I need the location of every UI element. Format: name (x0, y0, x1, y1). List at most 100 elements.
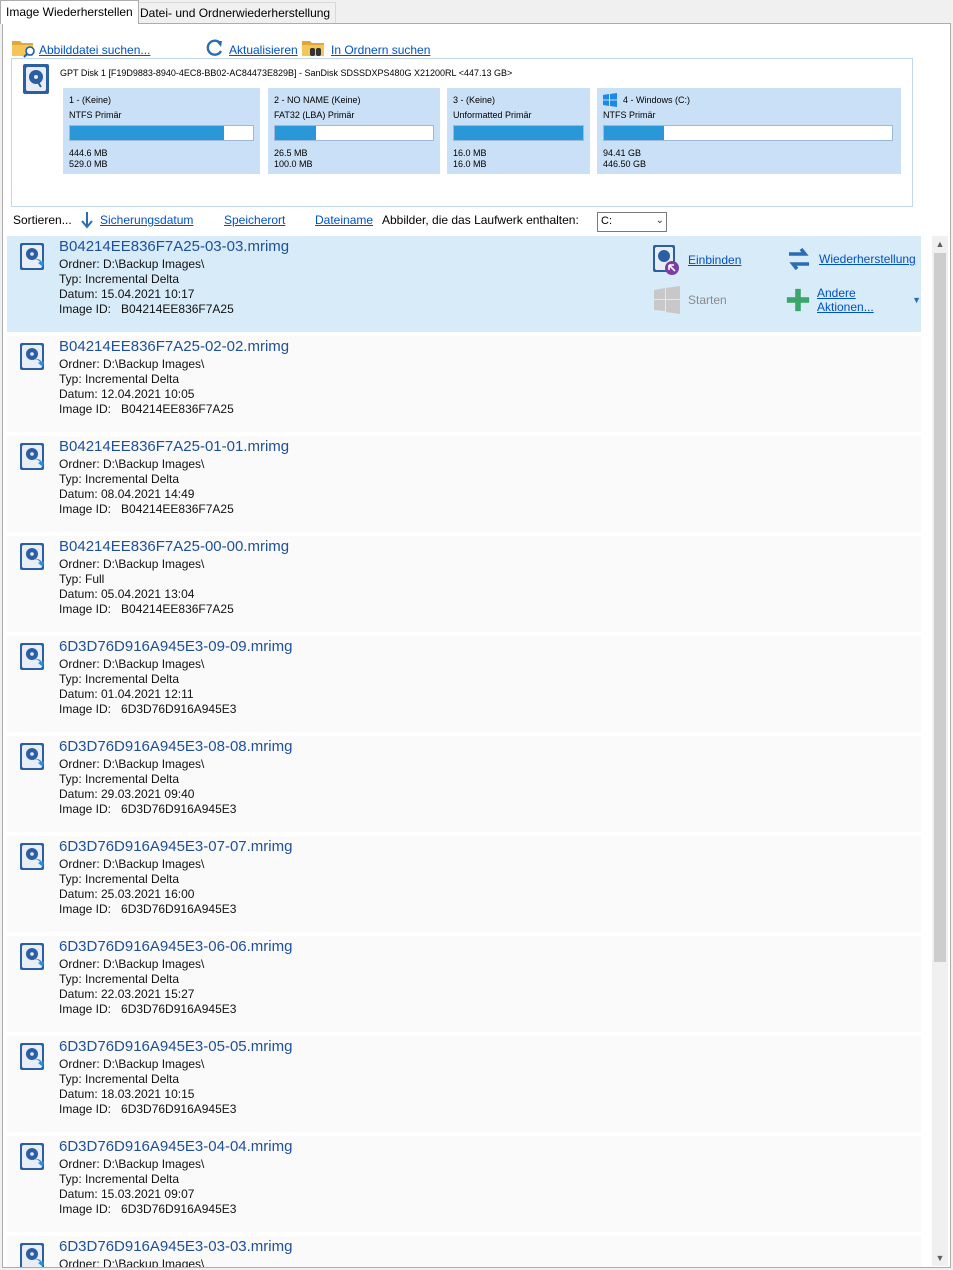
partition-usage-bar (453, 125, 584, 141)
windows-start-icon (654, 286, 680, 314)
scroll-up-icon[interactable]: ▲ (932, 236, 948, 252)
start-action-label: Starten (688, 293, 727, 307)
image-date: Datum: 25.03.2021 16:00 (59, 887, 195, 901)
image-folder: Ordner: D:\Backup Images\ (59, 257, 205, 271)
tab-image-restore[interactable]: Image Wiederherstellen (0, 0, 139, 24)
image-filename[interactable]: B04214EE836F7A25-02-02.mrimg (59, 338, 289, 355)
drive-filter-select[interactable]: C: ⌄ (597, 212, 667, 232)
image-filename[interactable]: 6D3D76D916A945E3-07-07.mrimg (59, 838, 292, 855)
disk-title: GPT Disk 1 [F19D9883-8940-4EC8-BB02-AC84… (60, 68, 513, 78)
image-id: Image ID: 6D3D76D916A945E3 (59, 902, 237, 916)
partition-usage-fill (604, 126, 665, 140)
image-list: B04214EE836F7A25-03-03.mrimg Ordner: D:\… (7, 236, 921, 1267)
arrow-down-icon (81, 212, 93, 229)
image-folder: Ordner: D:\Backup Images\ (59, 657, 205, 671)
image-list-item[interactable]: B04214EE836F7A25-02-02.mrimg Ordner: D:\… (7, 336, 921, 432)
partition-4[interactable]: 4 - Windows (C:) NTFS Primär 94.41 GB 44… (597, 88, 901, 174)
partition-usage-bar (69, 125, 254, 141)
image-list-item[interactable]: 6D3D76D916A945E3-04-04.mrimg Ordner: D:\… (7, 1136, 921, 1232)
sort-by-name-link[interactable]: Dateiname (315, 213, 373, 227)
image-list-item[interactable]: B04214EE836F7A25-01-01.mrimg Ordner: D:\… (7, 436, 921, 532)
restore-icon (789, 247, 809, 271)
partition-used: 444.6 MB (69, 148, 108, 158)
image-list-item[interactable]: 6D3D76D916A945E3-03-03.mrimg Ordner: D:\… (7, 1236, 921, 1267)
chevron-down-icon: ⌄ (655, 215, 664, 226)
backup-image-icon (20, 943, 44, 970)
image-filename[interactable]: 6D3D76D916A945E3-04-04.mrimg (59, 1138, 292, 1155)
image-type: Typ: Incremental Delta (59, 1172, 180, 1186)
other-actions-label[interactable]: Andere Aktionen... (817, 286, 908, 314)
browse-image-button[interactable]: Abbilddatei suchen... (11, 34, 150, 58)
partition-usage-fill (454, 126, 583, 140)
start-action: Starten (652, 286, 727, 314)
image-date: Datum: 15.03.2021 09:07 (59, 1187, 195, 1201)
mount-action-label[interactable]: Einbinden (688, 253, 741, 267)
partition-total: 529.0 MB (69, 159, 108, 169)
partition-usage-fill (275, 126, 317, 140)
backup-image-icon (20, 1043, 44, 1070)
tab-file-folder-restore[interactable]: Datei- und Ordnerwiederherstellung (134, 2, 337, 23)
partition-3[interactable]: 3 - (Keine) Unformatted Primär 16.0 MB 1… (447, 88, 590, 174)
partition-1[interactable]: 1 - (Keine) NTFS Primär 444.6 MB 529.0 M… (63, 88, 260, 174)
image-id: Image ID: B04214EE836F7A25 (59, 402, 234, 416)
image-id: Image ID: 6D3D76D916A945E3 (59, 1202, 237, 1216)
refresh-button[interactable]: Aktualisieren (205, 34, 298, 58)
image-list-item[interactable]: B04214EE836F7A25-00-00.mrimg Ordner: D:\… (7, 536, 921, 632)
refresh-label[interactable]: Aktualisieren (229, 42, 298, 58)
image-date: Datum: 08.04.2021 14:49 (59, 487, 195, 501)
backup-image-icon (20, 743, 44, 770)
mount-action[interactable]: Einbinden (652, 244, 741, 276)
image-type: Typ: Incremental Delta (59, 872, 180, 886)
image-list-item[interactable]: 6D3D76D916A945E3-09-09.mrimg Ordner: D:\… (7, 636, 921, 732)
partition-used: 94.41 GB (603, 148, 642, 158)
image-filename[interactable]: B04214EE836F7A25-01-01.mrimg (59, 438, 289, 455)
image-date: Datum: 29.03.2021 09:40 (59, 787, 195, 801)
partition-usage-bar (603, 125, 893, 141)
image-date: Datum: 05.04.2021 13:04 (59, 587, 195, 601)
image-folder: Ordner: D:\Backup Images\ (59, 757, 205, 771)
backup-image-icon (20, 1243, 44, 1267)
scrollbar-thumb[interactable] (934, 253, 946, 962)
dropdown-arrow-icon[interactable]: ▼ (912, 295, 921, 305)
image-filename[interactable]: 6D3D76D916A945E3-05-05.mrimg (59, 1038, 292, 1055)
image-id: Image ID: B04214EE836F7A25 (59, 602, 234, 616)
image-filename[interactable]: B04214EE836F7A25-03-03.mrimg (59, 238, 289, 255)
image-filename[interactable]: 6D3D76D916A945E3-06-06.mrimg (59, 938, 292, 955)
image-filename[interactable]: 6D3D76D916A945E3-09-09.mrimg (59, 638, 292, 655)
drive-filter-value: C: (601, 215, 612, 227)
backup-image-icon (20, 1143, 44, 1170)
partition-total: 16.0 MB (453, 159, 487, 169)
image-filename[interactable]: B04214EE836F7A25-00-00.mrimg (59, 538, 289, 555)
image-list-item[interactable]: 6D3D76D916A945E3-07-07.mrimg Ordner: D:\… (7, 836, 921, 932)
browse-image-label[interactable]: Abbilddatei suchen... (39, 42, 150, 58)
restore-action-label[interactable]: Wiederherstellung (819, 252, 916, 266)
image-filename[interactable]: 6D3D76D916A945E3-08-08.mrimg (59, 738, 292, 755)
image-folder: Ordner: D:\Backup Images\ (59, 557, 205, 571)
restore-action[interactable]: Wiederherstellung (785, 244, 916, 274)
sort-by-date-link[interactable]: Sicherungsdatum (100, 213, 193, 227)
image-folder: Ordner: D:\Backup Images\ (59, 1257, 205, 1267)
image-list-item[interactable]: 6D3D76D916A945E3-06-06.mrimg Ordner: D:\… (7, 936, 921, 1032)
image-list-item[interactable]: 6D3D76D916A945E3-05-05.mrimg Ordner: D:\… (7, 1036, 921, 1132)
search-folders-label[interactable]: In Ordnern suchen (331, 42, 430, 58)
image-filename[interactable]: 6D3D76D916A945E3-03-03.mrimg (59, 1238, 292, 1255)
image-folder: Ordner: D:\Backup Images\ (59, 957, 205, 971)
image-folder: Ordner: D:\Backup Images\ (59, 457, 205, 471)
partition-usage-fill (70, 126, 224, 140)
image-date: Datum: 12.04.2021 10:05 (59, 387, 195, 401)
search-folders-button[interactable]: In Ordnern suchen (301, 34, 430, 58)
image-list-item[interactable]: B04214EE836F7A25-03-03.mrimg Ordner: D:\… (7, 236, 921, 332)
mount-image-icon (653, 245, 679, 275)
image-list-item[interactable]: 6D3D76D916A945E3-08-08.mrimg Ordner: D:\… (7, 736, 921, 832)
partition-total: 446.50 GB (603, 159, 647, 169)
backup-image-icon (20, 243, 44, 270)
windows-logo-icon (603, 93, 617, 107)
sort-by-location-link[interactable]: Speicherort (224, 213, 285, 227)
partition-2[interactable]: 2 - NO NAME (Keine) FAT32 (LBA) Primär 2… (268, 88, 440, 174)
vertical-scrollbar[interactable]: ▲ ▼ (932, 236, 948, 1266)
image-folder: Ordner: D:\Backup Images\ (59, 357, 205, 371)
other-actions[interactable]: Andere Aktionen... ▼ (785, 286, 921, 314)
scroll-down-icon[interactable]: ▼ (932, 1250, 948, 1266)
image-type: Typ: Incremental Delta (59, 772, 180, 786)
partition-usage-bar (274, 125, 434, 141)
